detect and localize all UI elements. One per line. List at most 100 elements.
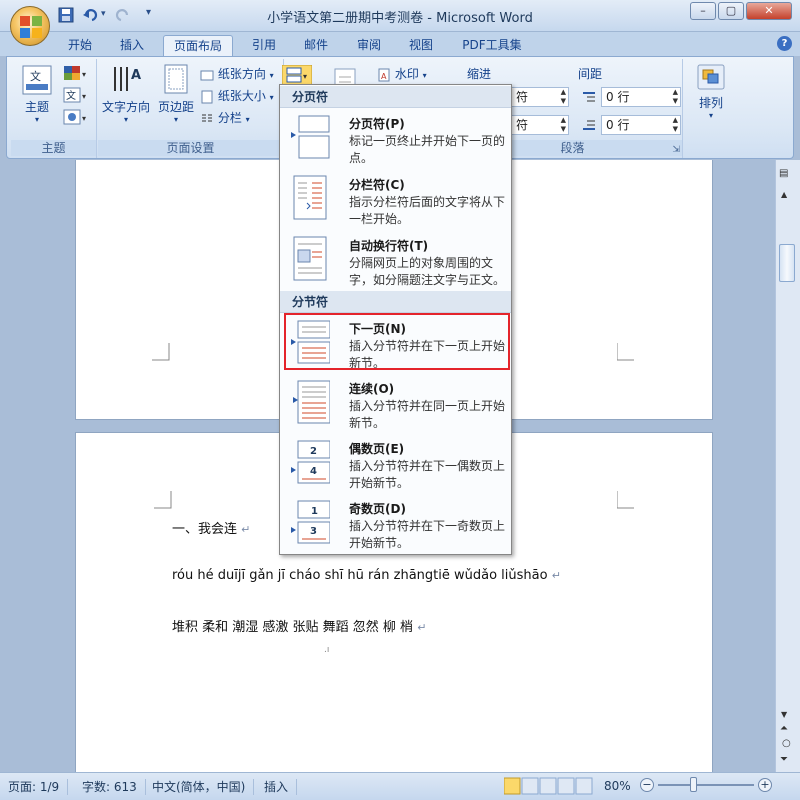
maximize-button[interactable]: ▢ bbox=[718, 2, 744, 20]
theme-fonts-button[interactable]: 文 ▾ bbox=[63, 87, 87, 106]
columns-label: 分栏 bbox=[217, 111, 242, 125]
text-direction-icon: A bbox=[114, 67, 141, 91]
status-mode[interactable]: 插入 bbox=[264, 779, 298, 795]
theme-group-label: 主题 bbox=[11, 140, 96, 156]
orientation-icon bbox=[200, 70, 214, 80]
text-cursor-mark: .ı bbox=[324, 645, 330, 655]
size-button[interactable]: 纸张大小 ▾ bbox=[200, 87, 274, 104]
margins-button[interactable]: 页边距 ▾ bbox=[154, 63, 198, 124]
menu-item-title: 分页符(P) bbox=[349, 117, 405, 131]
zoom-out-button[interactable]: − bbox=[640, 778, 654, 792]
office-logo-icon bbox=[20, 16, 42, 38]
tab-view[interactable]: 视图 bbox=[399, 35, 443, 56]
status-words[interactable]: 字数: 613 bbox=[82, 779, 146, 795]
spinner-arrows-icon[interactable]: ▲ ▼ bbox=[561, 116, 566, 134]
outline-view-icon[interactable] bbox=[557, 777, 575, 795]
office-button[interactable] bbox=[10, 6, 50, 46]
indent-left-field[interactable]: 符 ▲ ▼ bbox=[511, 87, 569, 107]
spinner-arrows-icon[interactable]: ▲ ▼ bbox=[673, 88, 678, 106]
menu-item-title: 奇数页(D) bbox=[349, 502, 406, 516]
margins-icon bbox=[164, 64, 188, 94]
minimize-button[interactable]: – bbox=[690, 2, 716, 20]
menu-item-title: 连续(O) bbox=[349, 382, 395, 396]
scroll-down-icon[interactable]: ▼ bbox=[781, 710, 787, 719]
full-screen-view-icon[interactable] bbox=[521, 777, 539, 795]
menu-item-odd-page[interactable]: 13 奇数页(D) 插入分节符并在下一奇数页上开始新节。 bbox=[280, 494, 511, 552]
window-title: 小学语文第二册期中考测卷 - Microsoft Word bbox=[267, 11, 533, 26]
theme-effects-button[interactable]: ▾ bbox=[63, 109, 87, 128]
doc-line-heading[interactable]: 一、我会连 ↵ bbox=[172, 518, 250, 537]
help-icon[interactable]: ? bbox=[777, 36, 792, 51]
menu-item-continuous[interactable]: 连续(O) 插入分节符并在同一页上开始新节。 bbox=[280, 374, 511, 432]
web-layout-view-icon[interactable] bbox=[539, 777, 557, 795]
arrange-button[interactable]: 排列 ▾ bbox=[691, 63, 731, 120]
page-setup-group: A 文字方向 ▾ 页边距 ▾ 纸张方向 ▾ 纸张大小 ▾ 分栏 ▾ ▾ 页面设置 bbox=[98, 59, 313, 158]
menu-item-title: 自动换行符(T) bbox=[349, 239, 429, 253]
tab-mailings[interactable]: 邮件 bbox=[294, 35, 338, 56]
indent-right-field[interactable]: 符 ▲ ▼ bbox=[511, 115, 569, 135]
theme-colors-button[interactable]: ▾ bbox=[63, 65, 87, 84]
spacing-after-field[interactable]: 0 行 ▲ ▼ bbox=[601, 115, 681, 135]
vertical-scrollbar[interactable]: ▤ ▲ ▼ ⏶ ○ ⏷ bbox=[775, 160, 800, 772]
menu-item-title: 偶数页(E) bbox=[349, 442, 405, 456]
print-layout-view-icon[interactable] bbox=[503, 777, 521, 795]
spacing-after-icon bbox=[581, 118, 597, 135]
spacing-before-field[interactable]: 0 行 ▲ ▼ bbox=[601, 87, 681, 107]
scroll-up-icon[interactable]: ▲ bbox=[781, 190, 787, 199]
svg-text:3: 3 bbox=[310, 526, 317, 537]
menu-item-column-break[interactable]: 分栏符(C) 指示分栏符后面的文字将从下一栏开始。 bbox=[280, 170, 511, 228]
scrollbar-thumb[interactable] bbox=[779, 244, 795, 282]
zoom-slider-track[interactable] bbox=[658, 784, 754, 786]
text-direction-button[interactable]: A 文字方向 ▾ bbox=[100, 63, 152, 124]
menu-item-even-page[interactable]: 24 偶数页(E) 插入分节符并在下一偶数页上开始新节。 bbox=[280, 434, 511, 492]
previous-page-icon[interactable]: ⏶ bbox=[780, 723, 788, 734]
menu-item-desc: 指示分栏符后面的文字将从下一栏开始。 bbox=[349, 195, 506, 226]
zoom-level[interactable]: 80% bbox=[604, 779, 631, 793]
theme-icon: 文 bbox=[22, 65, 52, 95]
orientation-button[interactable]: 纸张方向 ▾ bbox=[200, 65, 274, 82]
ribbon-tabs: 开始 插入 页面布局 引用 邮件 审阅 视图 PDF工具集 bbox=[0, 32, 800, 56]
text-wrapping-break-icon bbox=[293, 236, 327, 281]
menu-item-title: 分栏符(C) bbox=[349, 178, 405, 192]
spacing-label: 间距 bbox=[578, 67, 603, 81]
theme-button[interactable]: 文 主题 ▾ bbox=[17, 65, 57, 124]
crop-mark-icon bbox=[154, 491, 172, 509]
close-button[interactable]: ✕ bbox=[746, 2, 792, 20]
svg-text:▾: ▾ bbox=[82, 92, 86, 101]
spinner-arrows-icon[interactable]: ▲ ▼ bbox=[673, 116, 678, 134]
watermark-button[interactable]: A 水印 ▾ bbox=[377, 65, 427, 82]
chevron-down-icon: ▾ bbox=[173, 115, 178, 124]
tab-references[interactable]: 引用 bbox=[242, 35, 286, 56]
svg-text:▾: ▾ bbox=[303, 72, 307, 81]
tab-page-layout[interactable]: 页面布局 bbox=[163, 35, 233, 56]
svg-text:4: 4 bbox=[310, 466, 317, 477]
theme-fonts-icon: 文 ▾ bbox=[63, 87, 86, 103]
columns-button[interactable]: 分栏 ▾ bbox=[200, 109, 250, 126]
tab-pdf-tools[interactable]: PDF工具集 bbox=[452, 35, 532, 56]
ruler-toggle-icon[interactable]: ▤ bbox=[779, 168, 795, 184]
indent-left-value: 符 bbox=[516, 90, 529, 104]
even-page-section-icon: 24 bbox=[291, 440, 330, 484]
zoom-slider-thumb[interactable] bbox=[690, 777, 697, 792]
doc-line-words[interactable]: 堆积 柔和 潮湿 感激 张贴 舞蹈 忽然 柳 梢 ↵ bbox=[172, 616, 426, 635]
dialog-launcher-icon[interactable]: ⇲ bbox=[672, 145, 680, 155]
margins-label: 页边距 bbox=[157, 100, 194, 114]
status-language[interactable]: 中文(简体，中国) bbox=[152, 779, 255, 795]
browse-object-icon[interactable]: ○ bbox=[782, 738, 791, 749]
next-page-icon[interactable]: ⏷ bbox=[780, 754, 788, 765]
menu-item-page-break[interactable]: 分页符(P) 标记一页终止并开始下一页的点。 bbox=[280, 109, 511, 167]
column-break-icon bbox=[293, 175, 327, 220]
menu-item-text-wrapping-break[interactable]: 自动换行符(T) 分隔网页上的对象周围的文字，如分隔题注文字与正文。 bbox=[280, 231, 511, 289]
tab-home[interactable]: 开始 bbox=[58, 35, 102, 56]
watermark-icon: A bbox=[378, 68, 390, 81]
tab-review[interactable]: 审阅 bbox=[347, 35, 391, 56]
tab-insert[interactable]: 插入 bbox=[110, 35, 154, 56]
status-page[interactable]: 页面: 1/9 bbox=[8, 779, 69, 795]
spinner-arrows-icon[interactable]: ▲ ▼ bbox=[561, 88, 566, 106]
watermark-label: 水印 bbox=[394, 67, 419, 81]
arrange-label: 排列 bbox=[698, 96, 723, 110]
status-bar: 页面: 1/9 字数: 613 中文(简体，中国) 插入 80% − + bbox=[0, 772, 800, 800]
doc-line-pinyin[interactable]: róu hé duījī gǎn jī cháo shī hū rán zhān… bbox=[172, 568, 561, 583]
zoom-in-button[interactable]: + bbox=[758, 778, 772, 792]
draft-view-icon[interactable] bbox=[575, 777, 593, 795]
